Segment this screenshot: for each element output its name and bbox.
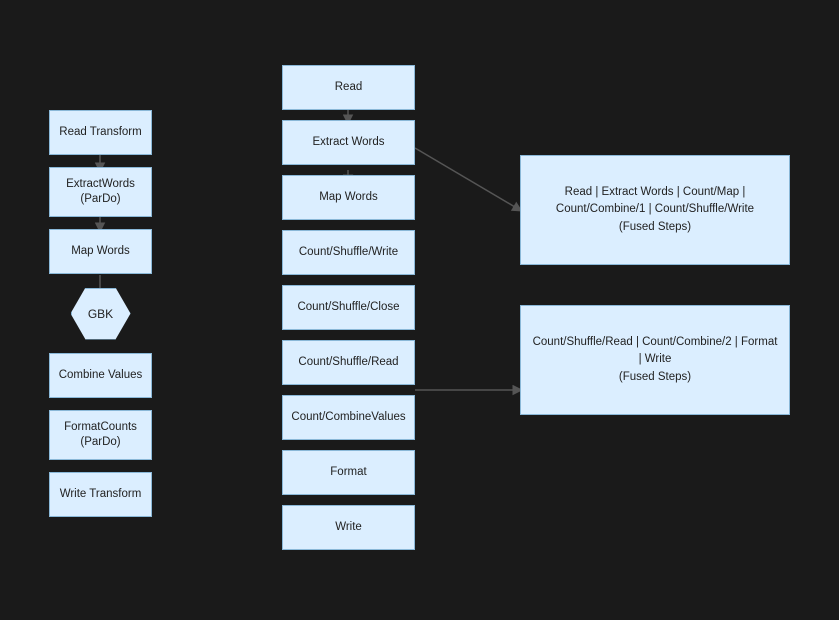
fused-steps-1-label: Read | Extract Words | Count/Map | Count… — [531, 184, 779, 236]
format-counts-pardo-box: FormatCounts(ParDo) — [49, 410, 152, 460]
extract-words-mid-box: Extract Words — [282, 120, 415, 165]
count-shuffle-read-box: Count/Shuffle/Read — [282, 340, 415, 385]
write-mid-box: Write — [282, 505, 415, 550]
count-shuffle-read-label: Count/Shuffle/Read — [298, 355, 398, 370]
format-mid-box: Format — [282, 450, 415, 495]
extract-words-mid-label: Extract Words — [313, 135, 385, 150]
fused-steps-1-box: Read | Extract Words | Count/Map | Count… — [520, 155, 790, 265]
read-transform-box: Read Transform — [49, 110, 152, 155]
read-transform-label: Read Transform — [59, 125, 141, 140]
write-mid-label: Write — [335, 520, 362, 535]
write-transform-label: Write Transform — [60, 487, 142, 502]
right-column: Read | Extract Words | Count/Map | Count… — [520, 155, 790, 415]
count-shuffle-close-label: Count/Shuffle/Close — [297, 300, 399, 315]
count-shuffle-write-box: Count/Shuffle/Write — [282, 230, 415, 275]
count-shuffle-close-box: Count/Shuffle/Close — [282, 285, 415, 330]
format-counts-pardo-label: FormatCounts(ParDo) — [64, 420, 137, 450]
read-mid-box: Read — [282, 65, 415, 110]
extract-words-pardo-label: ExtractWords(ParDo) — [66, 177, 135, 207]
mid-column: Read Extract Words Map Words Count/Shuff… — [282, 65, 415, 550]
left-column: Read Transform ExtractWords(ParDo) Map W… — [49, 110, 152, 517]
write-transform-box: Write Transform — [49, 472, 152, 517]
count-combine-values-box: Count/CombineValues — [282, 395, 415, 440]
count-combine-values-label: Count/CombineValues — [291, 410, 405, 425]
fused-steps-2-label: Count/Shuffle/Read | Count/Combine/2 | F… — [531, 334, 779, 386]
gbk-hex-container: GBK — [49, 286, 152, 341]
combine-values-box: Combine Values — [49, 353, 152, 398]
read-mid-label: Read — [335, 80, 363, 95]
map-words-left-box: Map Words — [49, 229, 152, 274]
extract-words-pardo-box: ExtractWords(ParDo) — [49, 167, 152, 217]
map-words-mid-box: Map Words — [282, 175, 415, 220]
count-shuffle-write-label: Count/Shuffle/Write — [299, 245, 398, 260]
map-words-left-label: Map Words — [71, 244, 130, 259]
gbk-label: GBK — [88, 307, 113, 321]
gbk-hexagon: GBK — [71, 288, 131, 340]
combine-values-label: Combine Values — [59, 368, 143, 383]
map-words-mid-label: Map Words — [319, 190, 378, 205]
fused-steps-2-box: Count/Shuffle/Read | Count/Combine/2 | F… — [520, 305, 790, 415]
format-mid-label: Format — [330, 465, 366, 480]
diagram-container: Read Transform ExtractWords(ParDo) Map W… — [0, 0, 839, 620]
